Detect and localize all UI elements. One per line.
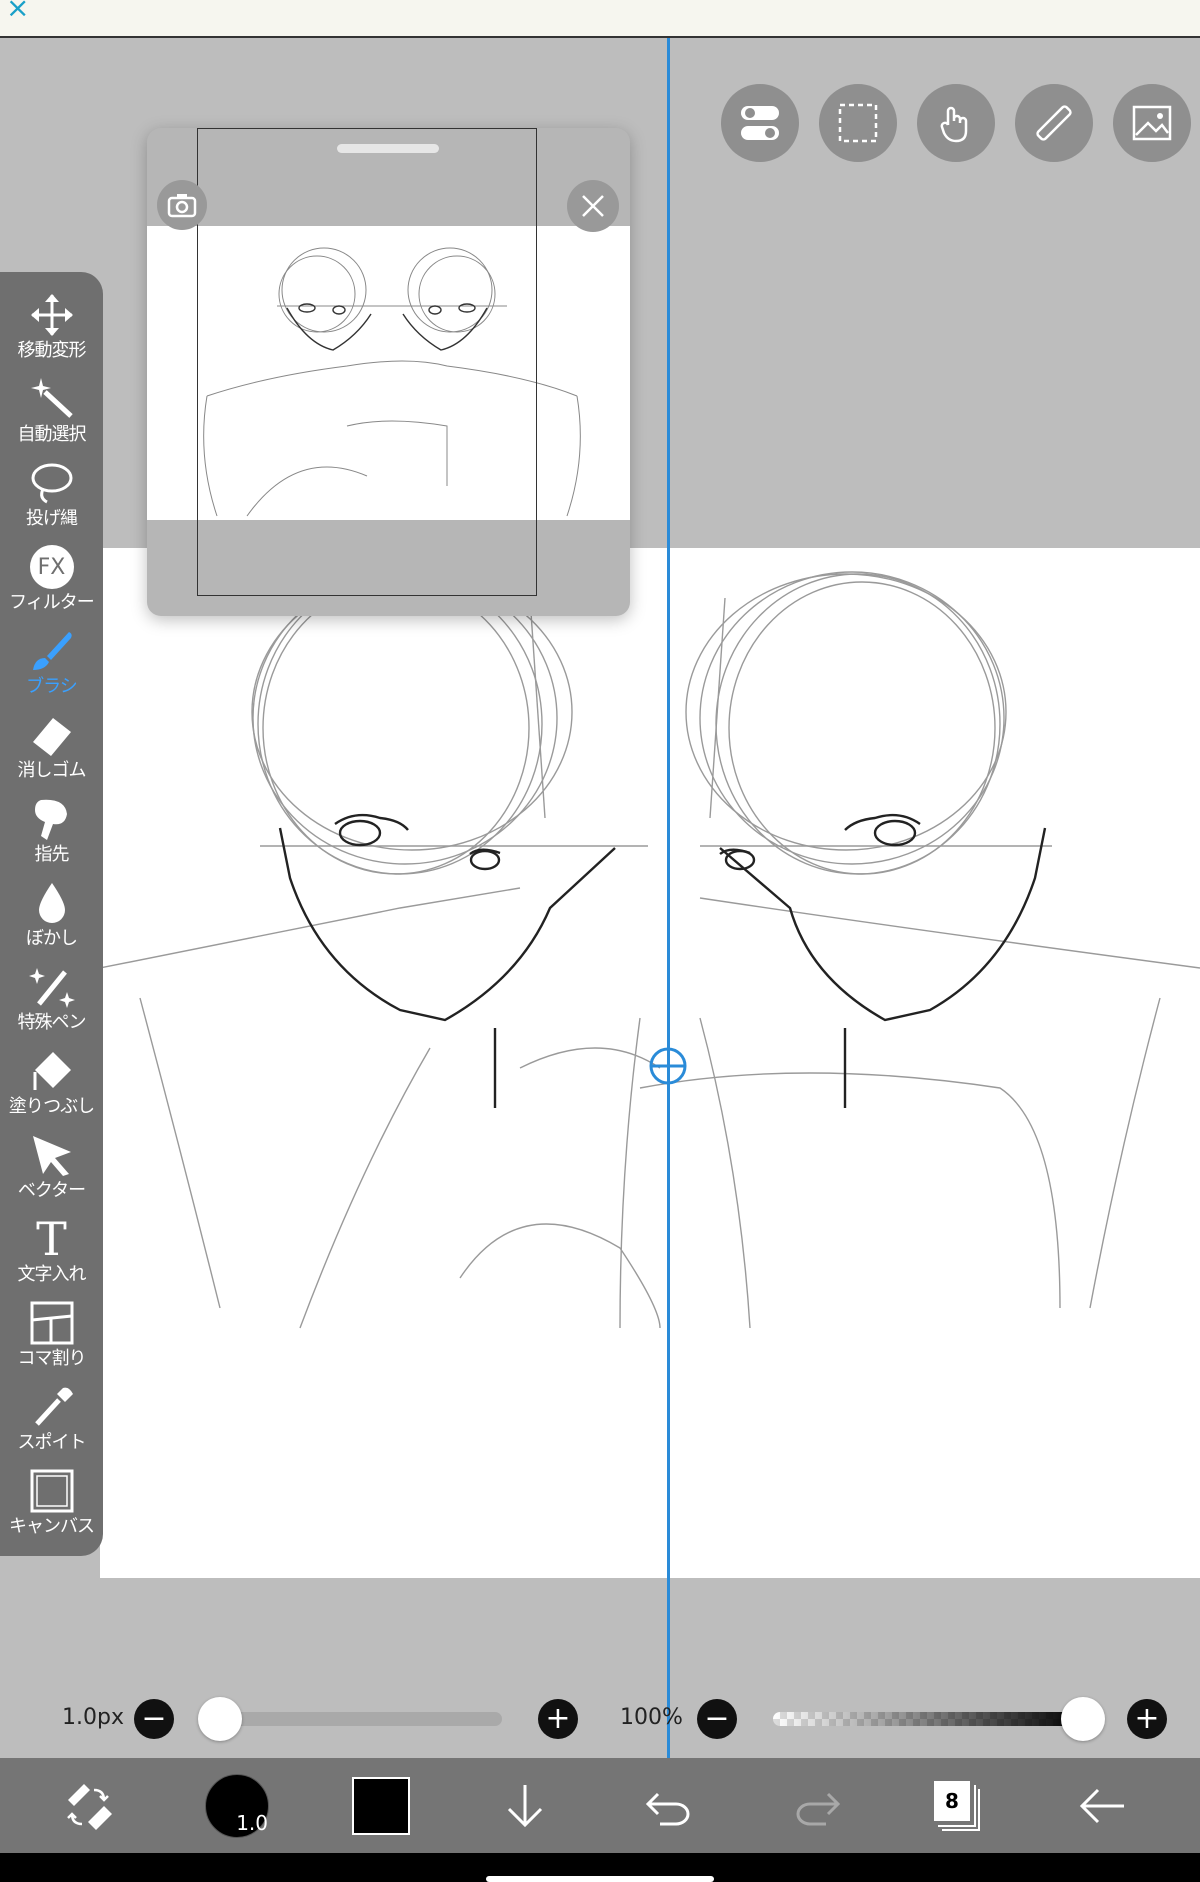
- arrow-left-icon: [1079, 1788, 1124, 1823]
- back-button[interactable]: [1076, 1758, 1130, 1853]
- image-icon: [1132, 105, 1172, 141]
- canvas-icon: [30, 1469, 73, 1513]
- tool-magic[interactable]: 自動選択: [0, 374, 103, 458]
- brush-size-value: 1.0px: [62, 1705, 124, 1730]
- layers-icon: 8: [934, 1780, 982, 1831]
- ruler-button[interactable]: [1015, 84, 1093, 162]
- tool-fill[interactable]: 塗りつぶし: [0, 1046, 103, 1130]
- camera-button[interactable]: [157, 180, 207, 230]
- ruler-icon: [1036, 105, 1072, 141]
- brush-size-indicator-label: 1.0: [236, 1810, 268, 1835]
- selection-button[interactable]: [819, 84, 897, 162]
- selection-icon: [838, 103, 878, 143]
- undo-button[interactable]: [642, 1758, 696, 1853]
- tool-text[interactable]: T 文字入れ: [0, 1214, 103, 1298]
- navigator-viewport-frame[interactable]: [197, 128, 537, 596]
- eraser-icon: [32, 718, 71, 756]
- top-strip: ×: [0, 0, 1200, 38]
- tool-move[interactable]: 移動変形: [0, 290, 103, 374]
- opacity-value: 100%: [620, 1705, 683, 1730]
- tool-eraser[interactable]: 消しゴム: [0, 710, 103, 794]
- undo-icon: [645, 1792, 690, 1825]
- symmetry-guide-line[interactable]: [667, 38, 670, 1848]
- tool-label: ブラシ: [26, 676, 78, 697]
- move-icon: [30, 294, 73, 336]
- tool-brush[interactable]: ブラシ: [0, 626, 103, 710]
- tool-finger[interactable]: 指先: [0, 794, 103, 878]
- navigator-close-button[interactable]: [567, 180, 619, 232]
- brush-size-preview-button[interactable]: 1.0: [205, 1758, 269, 1853]
- navigator-panel[interactable]: [147, 128, 630, 616]
- brush-icon: [32, 632, 72, 670]
- toggle-button[interactable]: [721, 84, 799, 162]
- layers-button[interactable]: 8: [930, 1758, 986, 1853]
- eyedropper-icon: [34, 1387, 73, 1426]
- size-slider-track[interactable]: [218, 1712, 502, 1726]
- vector-arrow-icon: [32, 1136, 71, 1176]
- tool-label: 自動選択: [17, 424, 87, 445]
- size-increase-button[interactable]: +: [538, 1699, 578, 1739]
- tool-filter[interactable]: FX フィルター: [0, 542, 103, 626]
- tool-label: 文字入れ: [17, 1264, 87, 1285]
- tool-label: フィルター: [9, 592, 95, 613]
- layer-count: 8: [934, 1780, 970, 1821]
- material-button[interactable]: [1113, 84, 1191, 162]
- fx-icon: FX: [29, 545, 74, 589]
- tool-label: ベクター: [17, 1180, 86, 1201]
- close-icon[interactable]: ×: [6, 0, 29, 22]
- swap-tool-button[interactable]: [60, 1758, 116, 1853]
- navigator-drag-handle[interactable]: [337, 144, 439, 153]
- tool-label: キャンバス: [9, 1516, 95, 1537]
- hand-button[interactable]: [917, 84, 995, 162]
- tool-canvas[interactable]: キャンバス: [0, 1466, 103, 1550]
- bottom-toolbar: 1.0 8: [0, 1758, 1200, 1853]
- tool-label: 指先: [34, 844, 70, 865]
- tool-special[interactable]: 特殊ペン: [0, 962, 103, 1046]
- special-pen-icon: [28, 968, 75, 1008]
- home-indicator[interactable]: [486, 1876, 714, 1882]
- tool-lasso[interactable]: 投げ縄: [0, 458, 103, 542]
- opacity-decrease-button[interactable]: −: [697, 1699, 737, 1739]
- tool-label: コマ割り: [17, 1348, 87, 1369]
- tool-dropper[interactable]: スポイト: [0, 1382, 103, 1466]
- brush-size-indicator: 1.0: [205, 1773, 269, 1838]
- crosshair-icon: [649, 1047, 687, 1085]
- color-button[interactable]: [352, 1758, 410, 1853]
- redo-button[interactable]: [790, 1758, 844, 1853]
- pen-eraser-swap-icon: [67, 1783, 112, 1830]
- layer-down-button[interactable]: [500, 1758, 550, 1853]
- hand-icon: [940, 106, 968, 143]
- tool-blur[interactable]: ぼかし: [0, 878, 103, 962]
- frame-divider-icon: [30, 1301, 73, 1345]
- blur-drop-icon: [38, 883, 65, 923]
- size-decrease-button[interactable]: −: [134, 1699, 174, 1739]
- size-slider-knob[interactable]: [198, 1697, 242, 1741]
- magic-wand-icon: [30, 378, 73, 418]
- opacity-slider-track[interactable]: [773, 1712, 1083, 1726]
- tool-label: 移動変形: [17, 340, 87, 361]
- lasso-icon: [31, 463, 72, 504]
- symmetry-handle[interactable]: [648, 1046, 688, 1086]
- finger-icon: [34, 799, 67, 840]
- camera-icon: [167, 194, 197, 218]
- tool-label: 塗りつぶし: [8, 1096, 95, 1117]
- bucket-icon: [33, 1052, 71, 1090]
- tool-label: 特殊ペン: [17, 1012, 87, 1033]
- opacity-slider-knob[interactable]: [1061, 1697, 1105, 1741]
- arrow-down-icon: [507, 1784, 543, 1827]
- close-icon: [582, 195, 604, 217]
- tool-label: 投げ縄: [26, 508, 78, 529]
- tool-panel: 移動変形 自動選択 投げ縄 FX フィルター ブラシ 消しゴム 指先 ぼかし 特…: [0, 272, 103, 1556]
- tool-frame[interactable]: コマ割り: [0, 1298, 103, 1382]
- tool-label: ぼかし: [26, 928, 78, 949]
- toggle-icon: [741, 106, 779, 140]
- text-icon: T: [36, 1212, 67, 1266]
- tool-label: 消しゴム: [17, 760, 87, 781]
- tool-vector[interactable]: ベクター: [0, 1130, 103, 1214]
- redo-icon: [796, 1792, 841, 1825]
- opacity-increase-button[interactable]: +: [1127, 1699, 1167, 1739]
- current-color-swatch: [352, 1776, 410, 1835]
- tool-label: スポイト: [17, 1432, 87, 1453]
- brush-settings-row: 1.0px − + 100% − +: [0, 1690, 1200, 1750]
